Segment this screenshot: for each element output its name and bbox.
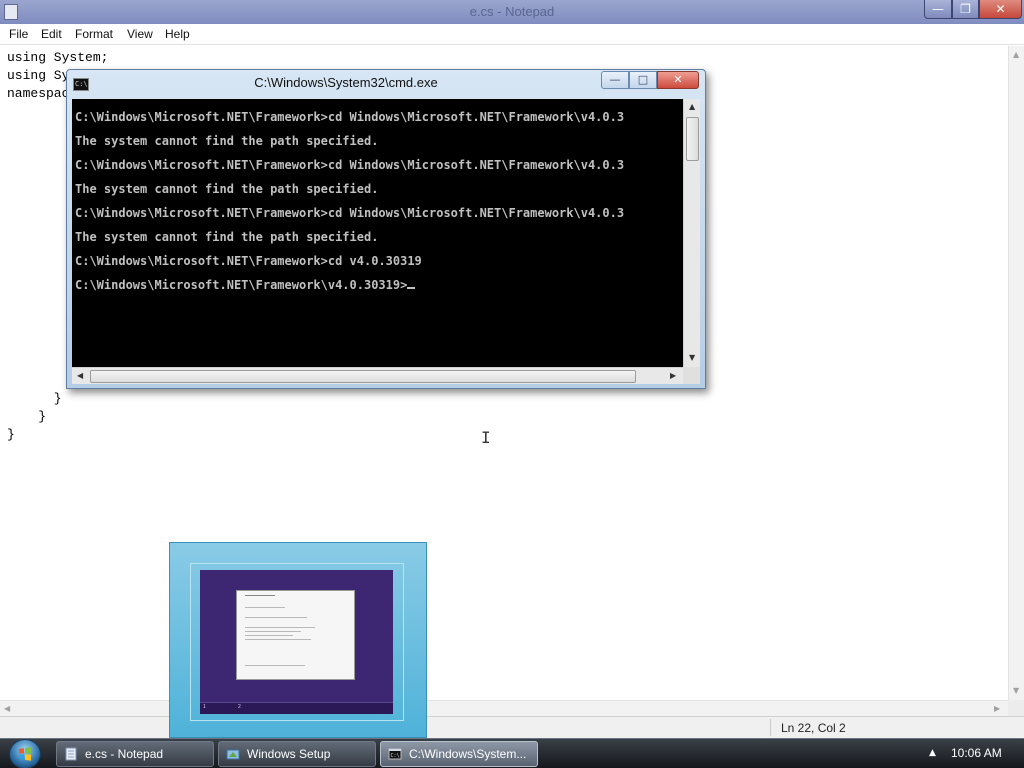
- taskbar-button-notepad[interactable]: e.cs - Notepad: [56, 741, 214, 767]
- notepad-minimize-button[interactable]: —: [924, 0, 952, 19]
- code-line-1: using System;: [7, 50, 109, 65]
- scroll-left-icon[interactable]: ◀: [4, 704, 10, 713]
- preview-line: [245, 639, 311, 640]
- cmd-scroll-down-icon[interactable]: ▼: [689, 353, 695, 362]
- setup-window-preview[interactable]: 1 2: [169, 542, 427, 738]
- taskbar: e.cs - Notepad Windows Setup C:\ C:\Wind…: [0, 738, 1024, 768]
- preview-line: [245, 617, 307, 618]
- taskbar-button-label: e.cs - Notepad: [85, 747, 164, 761]
- show-hidden-icons-icon[interactable]: ▲: [929, 748, 936, 758]
- cmd-line: C:\Windows\Microsoft.NET\Framework>cd v4…: [75, 254, 422, 268]
- cmd-line: The system cannot find the path specifie…: [75, 182, 379, 196]
- preview-setup-screen: 1 2: [200, 570, 393, 714]
- preview-line: [245, 627, 315, 628]
- preview-setup-dialog: [236, 590, 355, 680]
- scrollbar-corner: [1008, 700, 1024, 716]
- scroll-up-icon[interactable]: ▲: [1013, 50, 1021, 59]
- cmd-scrollbar-corner: [683, 367, 700, 384]
- preview-line: [245, 665, 305, 666]
- notepad-close-button[interactable]: ✕: [979, 0, 1022, 19]
- text-cursor-icon: I: [481, 428, 491, 447]
- status-bar: Ln 22, Col 2: [0, 716, 1024, 738]
- svg-text:C:\: C:\: [391, 753, 400, 759]
- cmd-line: C:\Windows\Microsoft.NET\Framework>cd Wi…: [75, 206, 625, 220]
- cursor-position: Ln 22, Col 2: [781, 721, 846, 735]
- cmd-vertical-thumb[interactable]: [686, 117, 699, 161]
- windows-logo-icon: [19, 747, 31, 761]
- preview-line: [245, 635, 293, 636]
- notepad-horizontal-scrollbar[interactable]: ◀ ▶: [0, 700, 1008, 716]
- scroll-right-icon[interactable]: ▶: [994, 704, 1000, 713]
- notepad-icon: [65, 747, 77, 761]
- menu-edit[interactable]: Edit: [41, 27, 62, 41]
- cmd-vertical-scrollbar[interactable]: ▲ ▼: [683, 99, 700, 367]
- taskbar-button-label: C:\Windows\System...: [409, 747, 527, 761]
- cmd-minimize-button[interactable]: —: [601, 71, 629, 89]
- notepad-vertical-scrollbar[interactable]: ▲ ▼: [1008, 46, 1024, 700]
- cmd-line: C:\Windows\Microsoft.NET\Framework>cd Wi…: [75, 158, 625, 172]
- menu-format[interactable]: Format: [75, 27, 113, 41]
- preview-setup-progress: 1 2: [200, 702, 393, 714]
- status-separator: [770, 719, 771, 736]
- code-line-close-namespace: }: [7, 427, 15, 442]
- cmd-close-button[interactable]: ✕: [657, 71, 699, 89]
- cmd-scroll-right-icon[interactable]: ▶: [670, 371, 676, 380]
- code-line-close-method: }: [7, 391, 62, 406]
- taskbar-button-label: Windows Setup: [247, 747, 331, 761]
- cmd-prompt: C:\Windows\Microsoft.NET\Framework\v4.0.…: [75, 278, 408, 292]
- desktop: e.cs - Notepad — ❐ ✕ File Edit Format Vi…: [0, 0, 1024, 768]
- preview-step-2: 2: [238, 704, 241, 710]
- cmd-horizontal-scrollbar[interactable]: ◀ ▶: [72, 367, 683, 384]
- cmd-horizontal-thumb[interactable]: [90, 370, 636, 383]
- code-line-close-class: }: [7, 409, 47, 424]
- preview-frame: 1 2: [190, 563, 404, 721]
- scroll-down-icon[interactable]: ▼: [1013, 686, 1021, 695]
- notepad-titlebar[interactable]: e.cs - Notepad: [0, 0, 1024, 24]
- menu-bar: File Edit Format View Help: [0, 24, 1024, 45]
- taskbar-button-cmd[interactable]: C:\ C:\Windows\System...: [380, 741, 538, 767]
- cmd-line: The system cannot find the path specifie…: [75, 134, 379, 148]
- cmd-scroll-up-icon[interactable]: ▲: [689, 102, 695, 111]
- cmd-cursor: [407, 287, 416, 289]
- preview-step-1: 1: [203, 704, 206, 710]
- cmd-console[interactable]: C:\Windows\Microsoft.NET\Framework>cd Wi…: [72, 99, 683, 367]
- preview-line: [245, 607, 285, 608]
- preview-line: [245, 631, 301, 632]
- cmd-line: The system cannot find the path specifie…: [75, 230, 379, 244]
- menu-file[interactable]: File: [9, 27, 28, 41]
- notepad-title: e.cs - Notepad: [469, 4, 555, 19]
- notepad-restore-button[interactable]: ❐: [952, 0, 979, 19]
- preview-line: [245, 595, 275, 596]
- cmd-maximize-button[interactable]: □: [629, 71, 657, 89]
- setup-icon: [226, 749, 240, 760]
- taskbar-button-windows-setup[interactable]: Windows Setup: [218, 741, 376, 767]
- cmd-prompt-line: C:\Windows\Microsoft.NET\Framework\v4.0.…: [75, 278, 416, 292]
- cmd-window[interactable]: C:\ C:\Windows\System32\cmd.exe — □ ✕ C:…: [66, 69, 706, 389]
- cmd-scroll-left-icon[interactable]: ◀: [77, 371, 83, 380]
- menu-help[interactable]: Help: [165, 27, 190, 41]
- cmd-icon: C:\: [388, 748, 402, 760]
- menu-view[interactable]: View: [127, 27, 153, 41]
- system-clock[interactable]: 10:06 AM: [951, 746, 1002, 760]
- cmd-line: C:\Windows\Microsoft.NET\Framework>cd Wi…: [75, 110, 625, 124]
- start-button[interactable]: [6, 739, 46, 768]
